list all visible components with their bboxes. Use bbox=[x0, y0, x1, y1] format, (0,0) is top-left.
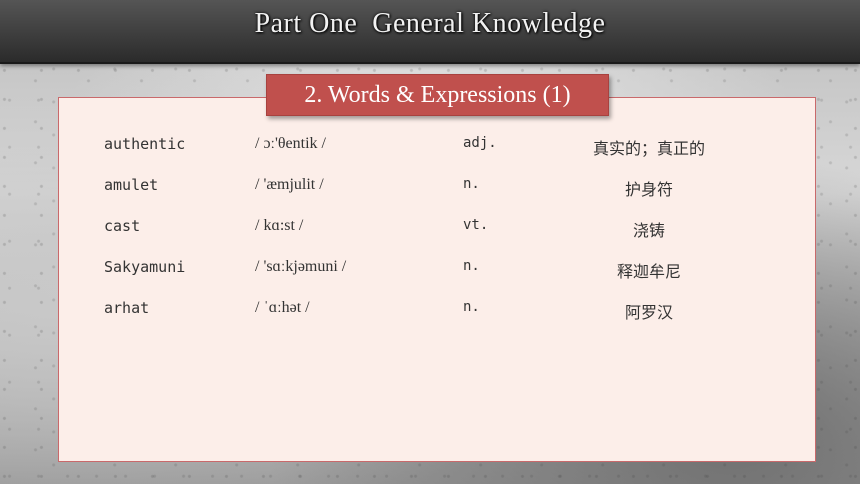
vocab-row: arhat / ˈɑːhət / n. 阿罗汉 bbox=[59, 299, 817, 323]
vocab-word: amulet bbox=[104, 176, 159, 194]
vocab-phonetic: / ˈɑːhət / bbox=[255, 299, 310, 316]
vocab-meaning: 释迦牟尼 bbox=[616, 262, 681, 281]
vocab-word: Sakyamuni bbox=[104, 258, 186, 276]
title-bar: Part One General Knowledge bbox=[0, 0, 860, 64]
vocabulary-panel: authentic / ɔː'θentik / adj. 真实的；真正的 amu… bbox=[58, 97, 816, 462]
vocab-meaning: 阿罗汉 bbox=[624, 303, 673, 322]
vocab-meaning: 真实的；真正的 bbox=[592, 139, 705, 158]
vocab-part-of-speech: vt. bbox=[463, 217, 489, 233]
vocab-row: Sakyamuni / 'sɑːkjəmuni / n. 释迦牟尼 bbox=[59, 258, 817, 282]
vocab-part-of-speech: n. bbox=[463, 299, 480, 315]
vocab-row: authentic / ɔː'θentik / adj. 真实的；真正的 bbox=[59, 135, 817, 159]
slide-title: Part One General Knowledge bbox=[254, 8, 606, 39]
vocab-part-of-speech: n. bbox=[463, 176, 480, 192]
vocab-meaning: 浇铸 bbox=[632, 221, 665, 240]
vocab-row: amulet / 'æmjulit / n. 护身符 bbox=[59, 176, 817, 200]
vocab-phonetic: / ɔː'θentik / bbox=[255, 135, 326, 152]
vocab-phonetic: / kɑ:st / bbox=[255, 217, 304, 234]
vocab-part-of-speech: n. bbox=[463, 258, 480, 274]
section-title-banner: 2. Words & Expressions (1) bbox=[266, 74, 609, 116]
vocab-meaning: 护身符 bbox=[624, 180, 673, 199]
vocab-row: cast / kɑ:st / vt. 浇铸 bbox=[59, 217, 817, 241]
vocab-phonetic: / 'æmjulit / bbox=[255, 176, 324, 193]
vocab-phonetic: / 'sɑːkjəmuni / bbox=[255, 258, 347, 275]
vocab-part-of-speech: adj. bbox=[463, 135, 497, 151]
vocab-word: cast bbox=[104, 217, 141, 235]
vocab-word: arhat bbox=[104, 299, 150, 317]
vocab-word: authentic bbox=[104, 135, 186, 153]
